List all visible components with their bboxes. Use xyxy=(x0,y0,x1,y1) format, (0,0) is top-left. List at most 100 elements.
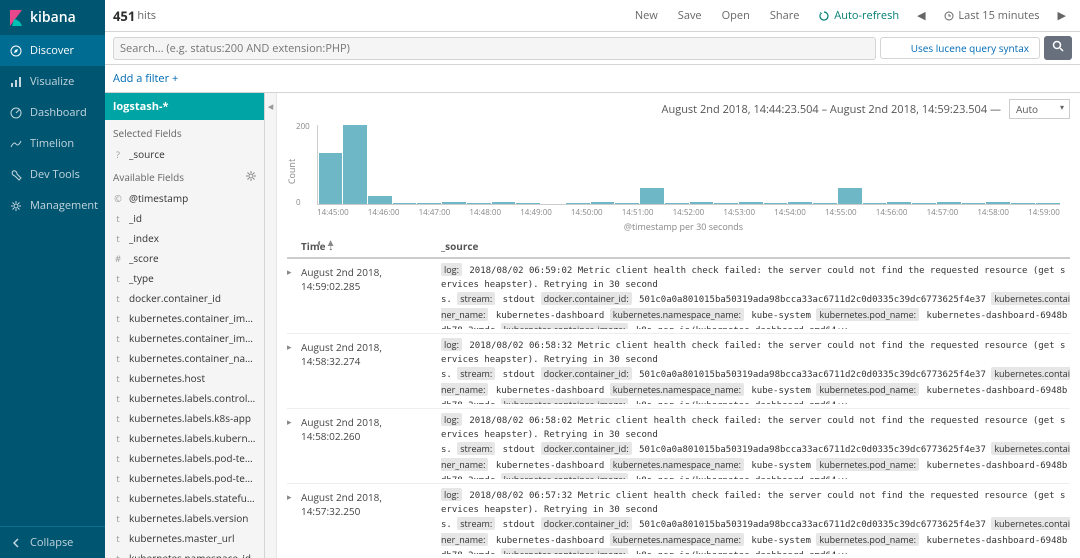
field-kubernetes.container_name[interactable]: tkubernetes.container_name xyxy=(105,348,264,368)
histogram-bar[interactable] xyxy=(788,202,812,204)
histogram-bar[interactable] xyxy=(813,203,837,204)
histogram-bar[interactable] xyxy=(442,202,466,204)
available-fields-header: Available Fields xyxy=(105,164,264,188)
search-input[interactable] xyxy=(120,41,869,56)
histogram-bar[interactable] xyxy=(516,203,540,204)
histogram-bar[interactable] xyxy=(591,202,615,204)
interval-select[interactable]: Auto xyxy=(1009,99,1070,119)
filter-bar: Add a filter + xyxy=(105,65,1080,93)
field-kubernetes.labels.pod-template-ge...[interactable]: tkubernetes.labels.pod-template-ge... xyxy=(105,448,264,468)
nav-discover[interactable]: Discover xyxy=(0,35,105,66)
action-share[interactable]: Share xyxy=(762,4,808,27)
histogram-bar[interactable] xyxy=(838,188,862,204)
expand-row[interactable]: ▸ xyxy=(287,413,301,479)
doc-source: log: 2018/08/02 06:58:02 Metric client h… xyxy=(441,413,1070,479)
field-kubernetes.labels.statefulset_kuber...[interactable]: tkubernetes.labels.statefulset_kuber... xyxy=(105,488,264,508)
search-bar: Uses lucene query syntax xyxy=(105,32,1080,65)
auto-refresh[interactable]: Auto-refresh xyxy=(811,4,907,27)
expand-row[interactable]: ▸ xyxy=(287,338,301,404)
histogram-bar[interactable] xyxy=(492,202,516,204)
histogram-bar[interactable] xyxy=(1011,203,1035,204)
search-button[interactable] xyxy=(1044,36,1072,60)
nav-timelion[interactable]: Timelion xyxy=(0,128,105,159)
time-next[interactable]: ▶ xyxy=(1052,6,1072,25)
doc-time: August 2nd 2018, 14:59:02.285 xyxy=(301,263,441,329)
collapse-nav[interactable]: Collapse xyxy=(0,526,105,558)
doc-time: August 2nd 2018, 14:57:32.250 xyxy=(301,488,441,554)
field-kubernetes.container_image_id[interactable]: tkubernetes.container_image_id xyxy=(105,328,264,348)
histogram-bar[interactable] xyxy=(368,196,392,204)
field-kubernetes.labels.kubernetes_io/cl...[interactable]: tkubernetes.labels.kubernetes_io/cl... xyxy=(105,428,264,448)
field-_score[interactable]: #_score xyxy=(105,248,264,268)
doc-row: ▸ August 2nd 2018, 14:58:02.260 log: 201… xyxy=(287,409,1070,484)
doc-time: August 2nd 2018, 14:58:32.274 xyxy=(301,338,441,404)
nav-devtools[interactable]: Dev Tools xyxy=(0,159,105,190)
histogram-bar[interactable] xyxy=(887,202,911,204)
histogram-bar[interactable] xyxy=(690,202,714,204)
histogram[interactable]: Count 200 0 14:45:0014:46:0014:47:0014:4… xyxy=(277,125,1080,235)
field-_index[interactable]: t_index xyxy=(105,228,264,248)
index-pattern-selector[interactable]: logstash-* xyxy=(105,93,264,120)
doc-source: log: 2018/08/02 06:58:32 Metric client h… xyxy=(441,338,1070,404)
fields-settings-icon[interactable] xyxy=(246,170,256,184)
histogram-bar[interactable] xyxy=(962,203,986,204)
expand-row[interactable]: ▸ xyxy=(287,488,301,554)
field-_id[interactable]: t_id xyxy=(105,208,264,228)
field-@timestamp[interactable]: ©@timestamp xyxy=(105,188,264,208)
histogram-bar[interactable] xyxy=(615,203,639,204)
action-new[interactable]: New xyxy=(627,4,666,27)
doc-row: ▸ August 2nd 2018, 14:57:32.250 log: 201… xyxy=(287,484,1070,558)
time-picker[interactable]: Last 15 minutes xyxy=(936,4,1048,27)
field-_type[interactable]: t_type xyxy=(105,268,264,288)
doc-time: August 2nd 2018, 14:58:02.260 xyxy=(301,413,441,479)
time-prev[interactable]: ◀ xyxy=(911,6,931,25)
field-kubernetes.labels.pod-template-hash[interactable]: tkubernetes.labels.pod-template-hash xyxy=(105,468,264,488)
histogram-bar[interactable] xyxy=(1036,203,1060,204)
histogram-bar[interactable] xyxy=(467,203,491,204)
field-kubernetes.master_url[interactable]: tkubernetes.master_url xyxy=(105,528,264,548)
nav-management[interactable]: Management xyxy=(0,190,105,221)
field-_source[interactable]: ?_source xyxy=(105,144,264,164)
histogram-bar[interactable] xyxy=(863,203,887,204)
action-save[interactable]: Save xyxy=(670,4,710,27)
histogram-bar[interactable] xyxy=(739,202,763,204)
field-docker.container_id[interactable]: tdocker.container_id xyxy=(105,288,264,308)
hit-count: 451 xyxy=(113,7,135,25)
histogram-bar[interactable] xyxy=(319,153,343,204)
query-hint[interactable]: Uses lucene query syntax xyxy=(880,37,1040,59)
doc-source: log: 2018/08/02 06:59:02 Metric client h… xyxy=(441,263,1070,329)
doc-source: log: 2018/08/02 06:57:32 Metric client h… xyxy=(441,488,1070,554)
field-kubernetes.labels.version[interactable]: tkubernetes.labels.version xyxy=(105,508,264,528)
histogram-bar[interactable] xyxy=(937,202,961,204)
kibana-logo[interactable]: kibana xyxy=(0,0,105,35)
field-kubernetes.labels.k8s-app[interactable]: tkubernetes.labels.k8s-app xyxy=(105,408,264,428)
histogram-bar[interactable] xyxy=(640,188,664,204)
histogram-bar[interactable] xyxy=(566,203,590,204)
histogram-bar[interactable] xyxy=(986,202,1010,204)
collapse-sidebar[interactable]: ◂ xyxy=(265,93,277,558)
selected-fields-header: Selected Fields xyxy=(105,120,264,144)
topbar: 451 hits NewSaveOpenShare Auto-refresh ◀… xyxy=(105,0,1080,32)
histogram-bar[interactable] xyxy=(343,125,367,204)
histogram-bar[interactable] xyxy=(714,203,738,204)
add-filter[interactable]: Add a filter + xyxy=(113,71,178,86)
time-range-label: August 2nd 2018, 14:44:23.504 – August 2… xyxy=(662,102,1001,117)
doc-row: ▸ August 2nd 2018, 14:58:32.274 log: 201… xyxy=(287,334,1070,409)
field-sidebar: logstash-* Selected Fields ?_source Avai… xyxy=(105,93,265,558)
histogram-bar[interactable] xyxy=(417,203,441,204)
field-kubernetes.host[interactable]: tkubernetes.host xyxy=(105,368,264,388)
histogram-bar[interactable] xyxy=(393,203,417,204)
action-open[interactable]: Open xyxy=(714,4,758,27)
nav-visualize[interactable]: Visualize xyxy=(0,66,105,97)
search-input-wrap xyxy=(113,37,876,60)
histogram-bar[interactable] xyxy=(665,203,689,204)
histogram-bar[interactable] xyxy=(764,203,788,204)
expand-row[interactable]: ▸ xyxy=(287,263,301,329)
nav-dashboard[interactable]: Dashboard xyxy=(0,97,105,128)
histogram-bar[interactable] xyxy=(912,203,936,204)
side-nav: kibana DiscoverVisualizeDashboardTimelio… xyxy=(0,0,105,558)
field-kubernetes.container_image[interactable]: tkubernetes.container_image xyxy=(105,308,264,328)
field-kubernetes.labels.controller-revisio...[interactable]: tkubernetes.labels.controller-revisio... xyxy=(105,388,264,408)
field-kubernetes.namespace_id[interactable]: tkubernetes.namespace_id xyxy=(105,548,264,558)
doc-row: ▸ August 2nd 2018, 14:59:02.285 log: 201… xyxy=(287,259,1070,334)
